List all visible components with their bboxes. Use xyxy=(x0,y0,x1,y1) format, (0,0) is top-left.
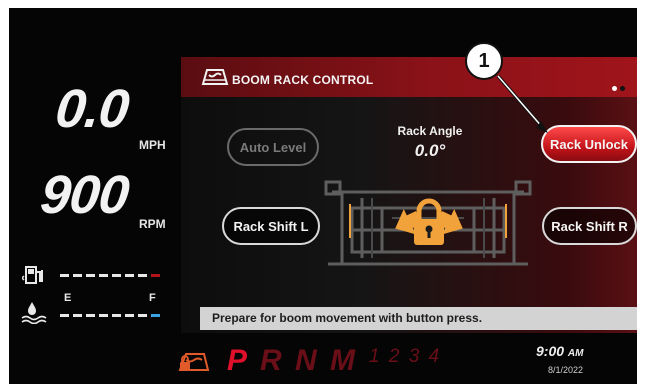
callout-marker: 1 xyxy=(465,42,503,80)
callout-leader xyxy=(496,74,548,133)
